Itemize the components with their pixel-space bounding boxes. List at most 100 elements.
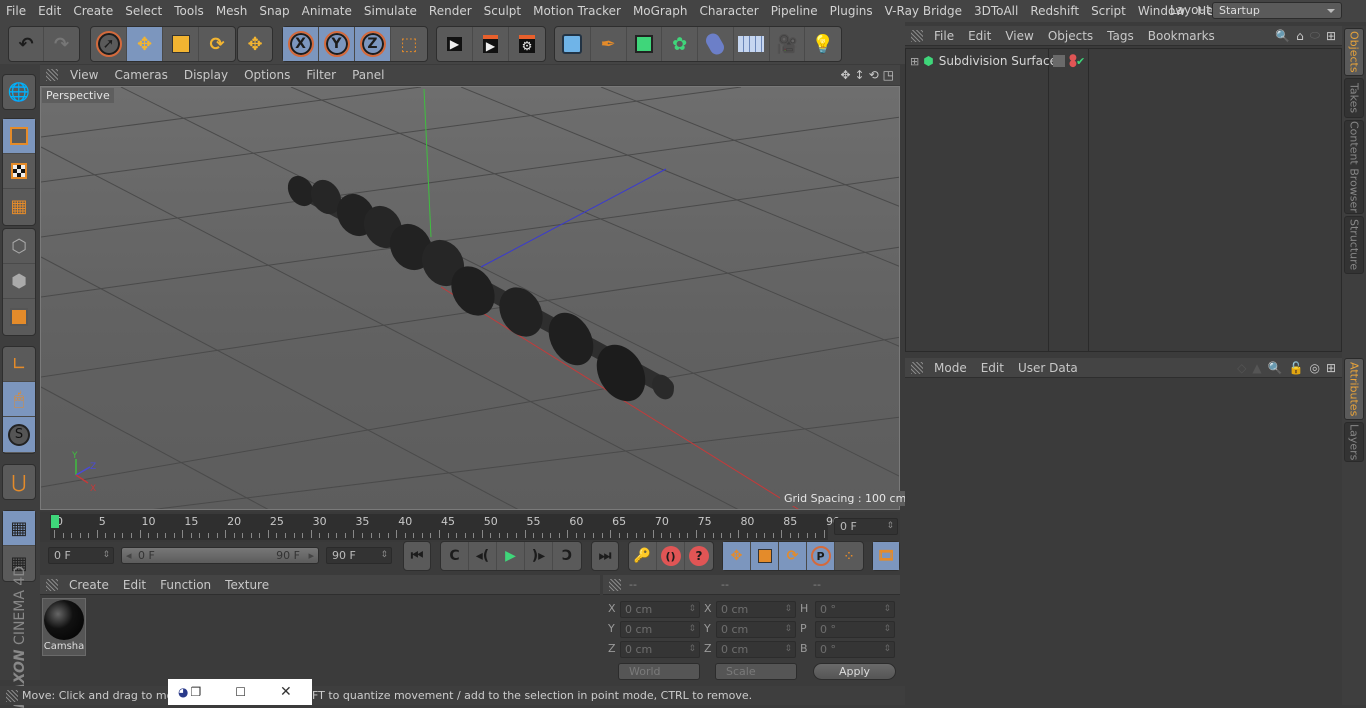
range-right-arrow-icon[interactable]: ▸ xyxy=(308,549,314,562)
search-icon[interactable]: 🔍 xyxy=(1272,29,1293,43)
new-panel-icon[interactable]: ⊞ xyxy=(1323,29,1342,43)
live-selection-button[interactable]: ➚ xyxy=(91,27,127,61)
current-frame-field[interactable]: 0 F xyxy=(834,518,898,535)
floor-button[interactable] xyxy=(734,27,770,61)
goto-end-button[interactable]: ⏭ xyxy=(592,542,618,570)
timeline-window-button[interactable]: 🎞 xyxy=(873,542,899,570)
material-menu-create[interactable]: Create xyxy=(62,578,116,592)
layer-visibility-icon[interactable] xyxy=(1053,55,1065,67)
scale-key-toggle[interactable] xyxy=(751,542,779,570)
back-arrow-icon[interactable]: ◇ xyxy=(1234,361,1249,375)
play-button[interactable]: ▶ xyxy=(497,542,525,570)
menu-mograph[interactable]: MoGraph xyxy=(627,4,694,18)
attribute-menu-user-data[interactable]: User Data xyxy=(1011,361,1085,375)
tweak-mode-button[interactable]: 🖱 xyxy=(3,382,35,417)
viewport-perspective[interactable]: Y Z X xyxy=(40,86,900,510)
new-panel-icon[interactable]: ⊞ xyxy=(1323,361,1342,375)
home-icon[interactable]: ⌂ xyxy=(1293,29,1307,43)
size-z-field[interactable]: 0 cm xyxy=(716,641,796,658)
pan-view-icon[interactable]: ✥ xyxy=(838,68,852,82)
camera-button[interactable]: 🎥 xyxy=(770,27,806,61)
tab-objects[interactable]: Objects xyxy=(1344,28,1364,76)
menu-simulate[interactable]: Simulate xyxy=(358,4,423,18)
tab-layers[interactable]: Layers xyxy=(1344,422,1364,462)
object-menu-view[interactable]: View xyxy=(998,29,1040,43)
range-left-arrow-icon[interactable]: ◂ xyxy=(126,549,132,562)
frame-range-slider[interactable]: ◂ 0 F 90 F ▸ xyxy=(121,547,319,564)
render-picture-viewer-button[interactable]: ▶ xyxy=(473,27,509,61)
close-icon[interactable]: ✕ xyxy=(280,684,292,700)
parameter-key-toggle[interactable]: P xyxy=(807,542,835,570)
up-arrow-icon[interactable]: ▲ xyxy=(1249,361,1264,375)
next-key-button[interactable]: Ↄ xyxy=(553,542,581,570)
menu-character[interactable]: Character xyxy=(693,4,764,18)
timeline-ruler[interactable]: 0 5 10 15 20 25 30 35 40 45 50 55 60 65 70 75 80 85 90 xyxy=(50,514,840,540)
viewport-menu-view[interactable]: View xyxy=(62,68,106,82)
tab-attributes[interactable]: Attributes xyxy=(1344,358,1364,420)
redo-button[interactable]: ↷ xyxy=(44,27,79,61)
coordinate-system-button[interactable]: ⬚ xyxy=(391,27,427,61)
coordinate-mode-select[interactable]: Scale xyxy=(715,663,797,680)
pen-spline-button[interactable]: ✒ xyxy=(591,27,627,61)
apply-button[interactable]: Apply xyxy=(813,663,896,680)
deformer-button[interactable] xyxy=(698,27,734,61)
object-menu-bookmarks[interactable]: Bookmarks xyxy=(1141,29,1222,43)
autokey-button[interactable]: () xyxy=(657,542,685,570)
menu-plugins[interactable]: Plugins xyxy=(824,4,879,18)
menu-tools[interactable]: Tools xyxy=(168,4,210,18)
lock-workplane-button[interactable]: ▦ xyxy=(3,511,35,546)
tree-row-subdivision-surface[interactable]: ⊞ ⬢ Subdivision Surface ● ● ✔ xyxy=(906,51,1341,71)
workplane-mode-button[interactable]: ▦ xyxy=(3,189,35,224)
model-mode-button[interactable] xyxy=(3,119,35,154)
solo-button[interactable]: S xyxy=(3,417,35,452)
menu-select[interactable]: Select xyxy=(119,4,168,18)
tab-takes[interactable]: Takes xyxy=(1344,78,1364,118)
points-mode-button[interactable]: ⬡ xyxy=(3,229,35,264)
menu-animate[interactable]: Animate xyxy=(296,4,358,18)
next-frame-button[interactable]: )▸ xyxy=(525,542,553,570)
oval-icon[interactable]: ⬭ xyxy=(1307,28,1323,43)
position-y-field[interactable]: 0 cm xyxy=(620,621,700,638)
expand-icon[interactable]: ⊞ xyxy=(910,55,919,68)
prev-key-button[interactable]: C xyxy=(441,542,469,570)
dolly-view-icon[interactable]: ↕ xyxy=(853,68,867,82)
snap-button[interactable]: ⋃ xyxy=(3,465,35,500)
layout-select[interactable]: Startup xyxy=(1212,2,1342,19)
edges-mode-button[interactable]: ⬢ xyxy=(3,264,35,299)
rotation-key-toggle[interactable]: ⟳ xyxy=(779,542,807,570)
menu-file[interactable]: File xyxy=(0,4,32,18)
point-level-toggle[interactable]: ⁘ xyxy=(835,542,863,570)
menu-snap[interactable]: Snap xyxy=(253,4,295,18)
cloner-button[interactable]: ✿ xyxy=(662,27,698,61)
viewport-menu-cameras[interactable]: Cameras xyxy=(106,68,175,82)
target-icon[interactable]: ◎ xyxy=(1306,361,1322,375)
menu-3dtoall[interactable]: 3DToAll xyxy=(968,4,1024,18)
toggle-layout-icon[interactable]: ◳ xyxy=(881,68,900,82)
rotation-p-field[interactable]: 0 ° xyxy=(815,621,895,638)
position-x-field[interactable]: 0 cm xyxy=(620,601,700,618)
material-menu-edit[interactable]: Edit xyxy=(116,578,153,592)
position-z-field[interactable]: 0 cm xyxy=(620,641,700,658)
restore-icon[interactable]: ❐ xyxy=(190,685,201,699)
position-key-toggle[interactable]: ✥ xyxy=(723,542,751,570)
keyframe-selection-button[interactable]: ? xyxy=(685,542,713,570)
object-menu-tags[interactable]: Tags xyxy=(1100,29,1141,43)
material-menu-texture[interactable]: Texture xyxy=(218,578,276,592)
size-y-field[interactable]: 0 cm xyxy=(716,621,796,638)
lock-icon[interactable]: 🔓 xyxy=(1286,361,1307,375)
texture-mode-button[interactable] xyxy=(3,154,35,189)
y-axis-toggle[interactable]: Y xyxy=(319,27,355,61)
object-menu-edit[interactable]: Edit xyxy=(961,29,998,43)
start-frame-field[interactable]: 0 F xyxy=(48,547,114,564)
cube-button[interactable] xyxy=(555,27,591,61)
object-menu-objects[interactable]: Objects xyxy=(1041,29,1100,43)
menu-motion-tracker[interactable]: Motion Tracker xyxy=(527,4,627,18)
viewport-menu-display[interactable]: Display xyxy=(176,68,236,82)
menu-mesh[interactable]: Mesh xyxy=(210,4,254,18)
maximize-icon[interactable]: ☐ xyxy=(235,685,246,699)
rotation-b-field[interactable]: 0 ° xyxy=(815,641,895,658)
menu-render[interactable]: Render xyxy=(423,4,478,18)
render-settings-button[interactable]: ⚙ xyxy=(509,27,545,61)
z-axis-toggle[interactable]: Z xyxy=(355,27,391,61)
light-button[interactable]: 💡 xyxy=(805,27,841,61)
